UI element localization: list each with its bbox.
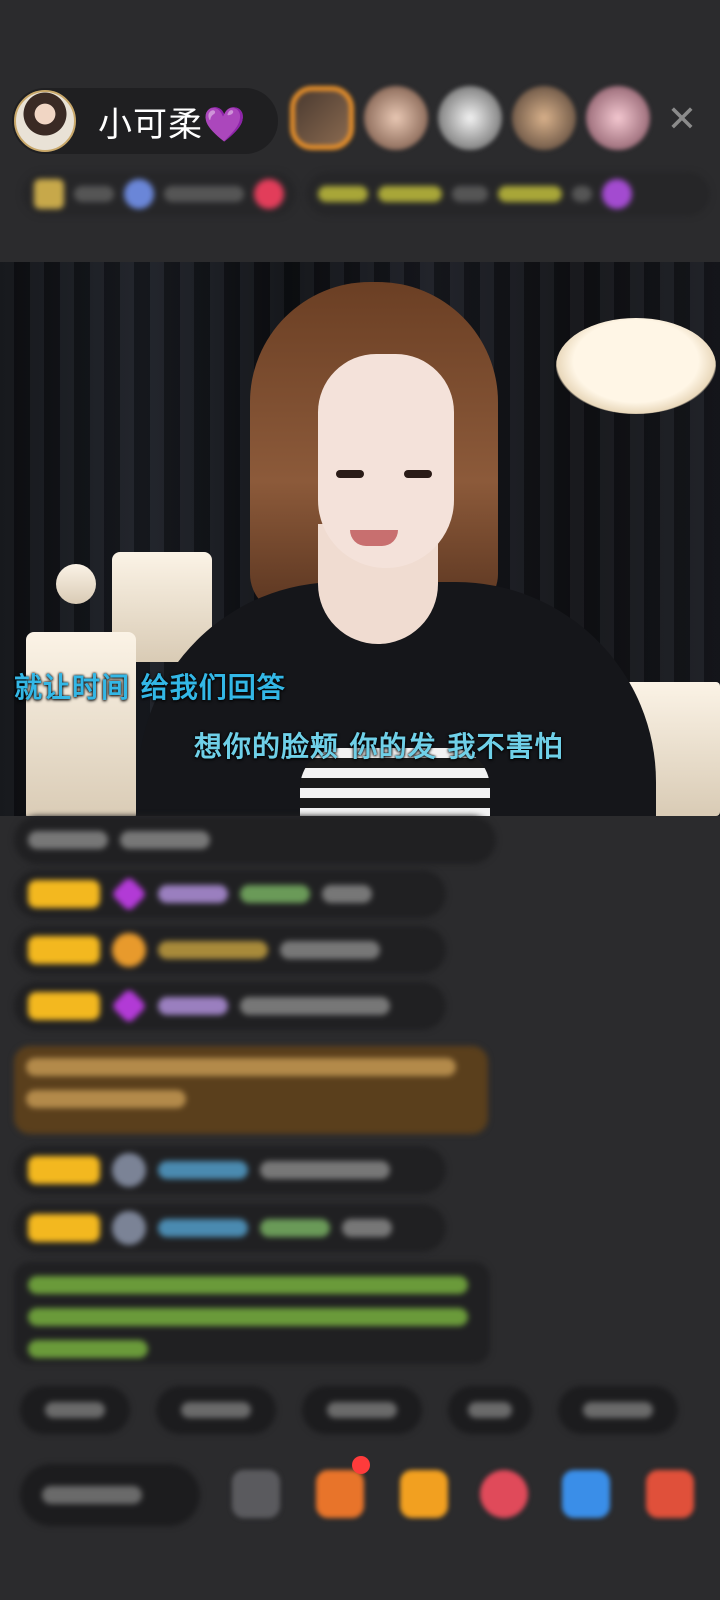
chat-message[interactable] (14, 816, 496, 864)
chat-message[interactable] (14, 870, 446, 918)
quick-reply-chip[interactable] (302, 1386, 422, 1434)
chat-message[interactable] (14, 1204, 446, 1252)
ornament (56, 564, 96, 604)
system-notice (14, 1262, 490, 1364)
heart-icon (254, 179, 284, 209)
close-icon[interactable]: ✕ (662, 100, 702, 140)
host-name: 小可柔💜 (98, 104, 247, 145)
live-info-row (22, 170, 710, 218)
task-icon[interactable] (316, 1470, 364, 1518)
viewer-avatar[interactable] (364, 86, 428, 150)
fan-text (164, 186, 244, 202)
chat-message[interactable] (14, 926, 446, 974)
comment-input[interactable] (20, 1464, 200, 1526)
quick-reply-row (20, 1386, 678, 1434)
gift-icon[interactable] (646, 1470, 694, 1518)
rank-text (74, 186, 114, 202)
host-avatar[interactable] (14, 90, 76, 152)
level-badge (28, 992, 100, 1020)
task-text (498, 186, 562, 202)
rank-icon (34, 179, 64, 209)
gem-icon (110, 987, 148, 1025)
level-badge (28, 1156, 100, 1184)
task-info[interactable] (306, 172, 710, 216)
host-info-pill[interactable]: 小可柔💜 (12, 88, 278, 154)
quick-reply-chip[interactable] (558, 1386, 678, 1434)
viewer-avatar[interactable] (586, 86, 650, 150)
quick-reply-chip[interactable] (448, 1386, 532, 1434)
chat-message[interactable] (14, 1146, 446, 1194)
task-text (452, 186, 488, 202)
gift-box-icon[interactable] (400, 1470, 448, 1518)
task-text (318, 186, 368, 202)
rank-info[interactable] (22, 172, 296, 216)
task-text (378, 186, 442, 202)
emoji-icon[interactable] (232, 1470, 280, 1518)
notification-dot (352, 1456, 370, 1474)
fan-icon (124, 179, 154, 209)
gem-icon (110, 875, 148, 913)
viewer-avatar[interactable] (438, 86, 502, 150)
task-text (572, 186, 592, 202)
heart-icon[interactable] (480, 1470, 528, 1518)
quick-reply-chip[interactable] (20, 1386, 130, 1434)
level-badge (28, 880, 100, 908)
candle (26, 632, 136, 816)
game-icon[interactable] (562, 1470, 610, 1518)
viewer-avatars[interactable] (290, 86, 650, 150)
chat-icon (112, 1153, 146, 1187)
level-badge (28, 1214, 100, 1242)
chat-icon (112, 1211, 146, 1245)
highlight-message[interactable] (14, 1046, 488, 1134)
level-badge (28, 936, 100, 964)
gift-icon (602, 179, 632, 209)
lyric-line-1: 就让时间 给我们回答 (14, 671, 286, 704)
top-viewer-avatar[interactable] (290, 86, 354, 150)
viewer-avatar[interactable] (512, 86, 576, 150)
chat-message[interactable] (14, 982, 446, 1030)
eye (336, 470, 364, 478)
lyric-line-2: 想你的脸颊 你的发 我不害怕 (194, 730, 564, 763)
orange-icon (112, 933, 146, 967)
eye (404, 470, 432, 478)
lamp (556, 318, 716, 414)
quick-reply-chip[interactable] (156, 1386, 276, 1434)
bottom-action-bar (0, 1456, 720, 1536)
